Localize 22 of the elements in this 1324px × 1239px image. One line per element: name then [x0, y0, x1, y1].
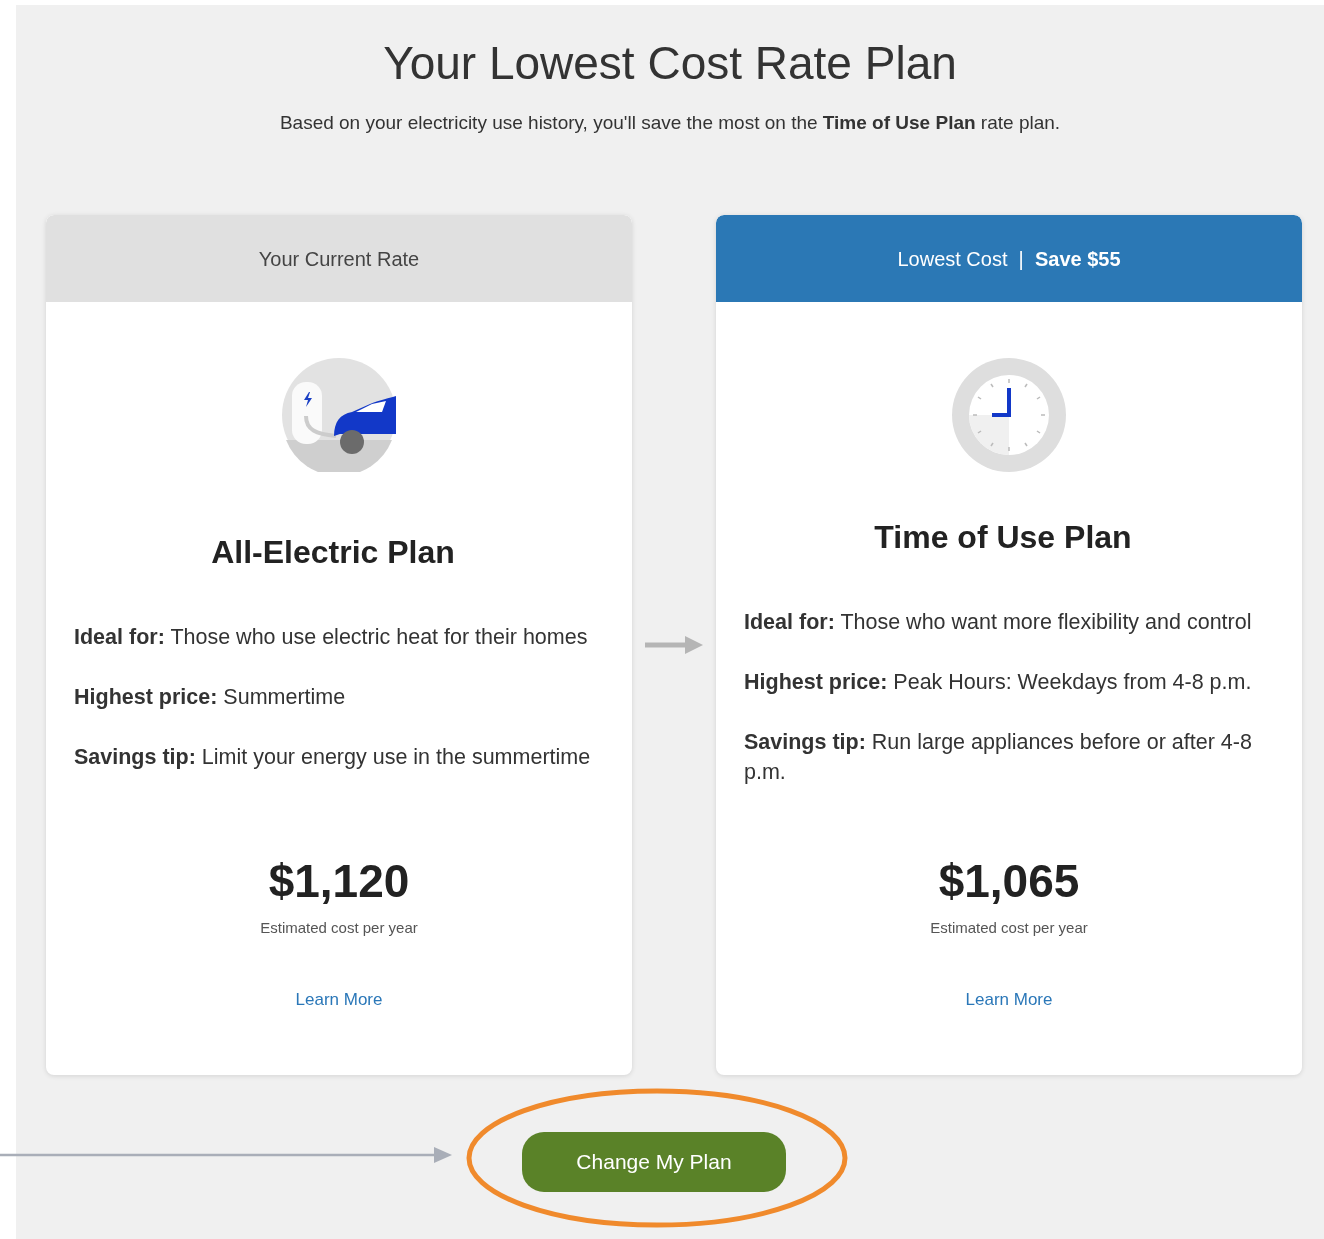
card-header: Your Current Rate [46, 215, 632, 303]
plan-detail: Savings tip: Run large appliances before or after 4-8 p.m. [744, 729, 1253, 787]
subtitle: Based on your electricity use history, you'll save the most on the Time of Use Plan rate plan. [278, 110, 1062, 135]
clock-icon [952, 358, 1066, 473]
price-note: Estimated cost per year [259, 917, 419, 938]
learn-more-link[interactable]: Learn More [965, 987, 1053, 1013]
plan-name: All-Electric Plan [210, 533, 456, 573]
plan-name: Time of Use Plan [873, 518, 1133, 558]
price: $1,065 [937, 856, 1081, 907]
learn-more-link[interactable]: Learn More [295, 987, 383, 1013]
plan-detail: Ideal for: Those who want more flexibility and control [744, 609, 1253, 637]
price: $1,120 [267, 856, 411, 907]
electric-car-icon [282, 358, 396, 473]
page-title: Your Lowest Cost Rate Plan [382, 36, 958, 89]
right-arrow-icon [645, 634, 703, 657]
card-header: Lowest Cost | Save $55 [716, 215, 1302, 303]
price-note: Estimated cost per year [929, 917, 1089, 938]
plan-detail: Highest price: Summertime [74, 684, 347, 712]
plan-detail: Highest price: Peak Hours: Weekdays from 4-8 p.m. [744, 669, 1253, 697]
change-plan-button[interactable]: Change My Plan [522, 1132, 786, 1193]
plan-detail: Savings tip: Limit your energy use in the summertime [74, 744, 592, 772]
plan-detail: Ideal for: Those who use electric heat for their homes [74, 624, 589, 652]
